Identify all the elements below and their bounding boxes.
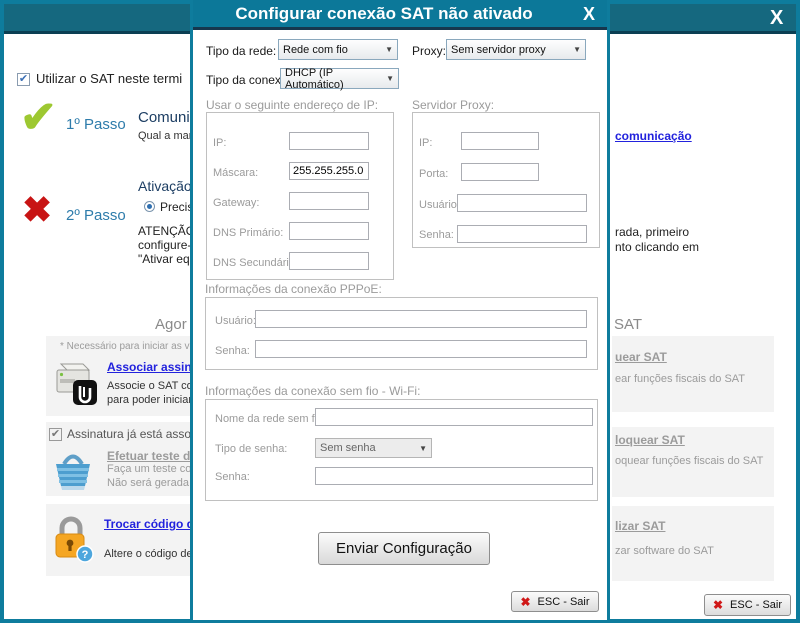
step2-radio-label: Precis (160, 200, 193, 214)
wifi-ssid-input[interactable] (315, 408, 593, 426)
printer-clip-icon (49, 354, 101, 411)
use-sat-checkbox-label: Utilizar o SAT neste termi (36, 71, 182, 86)
ip-group-title: Usar o seguinte endereço de IP: (206, 98, 378, 112)
warning-line3: "Ativar equ (138, 252, 196, 266)
chevron-down-icon: ▼ (569, 45, 585, 54)
proxy-usuario-input[interactable] (457, 194, 587, 212)
window-esc-label: ESC - Sair (730, 599, 782, 611)
step2-badge: 2º Passo (66, 207, 126, 224)
step2-error-icon: ✖ (22, 190, 52, 230)
dns-primario-label: DNS Primário: (213, 227, 283, 239)
chevron-down-icon: ▼ (381, 45, 397, 54)
dialog-title: Configurar conexão SAT não ativado (193, 4, 583, 24)
pppoe-senha-label: Senha: (215, 345, 250, 357)
wifi-senha-label: Senha: (215, 471, 250, 483)
dns-secundario-label: DNS Secundário: (213, 257, 298, 269)
tipo-conexao-select[interactable]: DHCP (IP Automático) ▼ (280, 68, 399, 89)
proxy-senha-label: Senha: (419, 229, 454, 241)
configurar-conexao-dialog: Configurar conexão SAT não ativado X Tip… (190, 0, 610, 623)
lock-question-icon: ? (49, 512, 95, 569)
warning-right-line1: rada, primeiro (615, 225, 689, 239)
associar-note: * Necessário para iniciar as vend (60, 341, 206, 352)
pppoe-senha-input[interactable] (255, 340, 587, 358)
chevron-down-icon: ▼ (415, 444, 431, 453)
pppoe-groupbox (205, 297, 598, 370)
pppoe-group-title: Informações da conexão PPPoE: (205, 282, 382, 296)
tipo-rede-value: Rede com fio (283, 44, 348, 56)
dns-secundario-input[interactable] (289, 252, 369, 270)
tipo-rede-label: Tipo da rede: (206, 44, 276, 58)
chevron-down-icon: ▼ (382, 74, 398, 83)
step2-title: Ativação (138, 178, 192, 194)
wifi-pass-type-value: Sem senha (320, 442, 376, 454)
step1-badge: 1º Passo (66, 116, 126, 133)
window-esc-button[interactable]: ✖ ESC - Sair (704, 594, 791, 616)
gateway-label: Gateway: (213, 197, 259, 209)
pppoe-usuario-input[interactable] (255, 310, 587, 328)
step2-radio[interactable] (144, 201, 155, 212)
window-close-icon[interactable]: X (770, 7, 783, 29)
gateway-input[interactable] (289, 192, 369, 210)
trocar-codigo-link[interactable]: Trocar código de (104, 517, 201, 531)
proxy-ip-label: IP: (419, 137, 432, 149)
enviar-configuracao-button[interactable]: Enviar Configuração (318, 532, 490, 565)
wifi-pass-type-select[interactable]: Sem senha ▼ (315, 438, 432, 458)
ip-input[interactable] (289, 132, 369, 150)
section-header-left: Agor (155, 316, 187, 333)
assinatura-associada-checkbox[interactable]: ✔ (49, 428, 62, 441)
dialog-esc-button[interactable]: ✖ ESC - Sair (511, 591, 599, 612)
mascara-label: Máscara: (213, 167, 258, 179)
section-header-right: SAT (614, 316, 642, 333)
wifi-senha-input[interactable] (315, 467, 593, 485)
proxy-select[interactable]: Sem servidor proxy ▼ (446, 39, 586, 60)
tipo-conexao-value: DHCP (IP Automático) (285, 67, 382, 91)
proxy-value: Sem servidor proxy (451, 44, 546, 56)
atualizar-sat-link[interactable]: lizar SAT (615, 519, 665, 533)
ip-label: IP: (213, 137, 226, 149)
proxy-senha-input[interactable] (457, 225, 587, 243)
dns-primario-input[interactable] (289, 222, 369, 240)
atualizar-panel: lizar SAT zar software do SAT (612, 506, 774, 581)
dialog-titlebar: Configurar conexão SAT não ativado X (193, 0, 607, 30)
pppoe-usuario-label: Usuário: (215, 315, 256, 327)
proxy-ip-input[interactable] (461, 132, 539, 150)
desbloquear-panel: loquear SAT oquear funções fiscais do SA… (612, 427, 774, 497)
step1-subtitle: Qual a mar (138, 130, 192, 142)
proxy-porta-label: Porta: (419, 168, 448, 180)
proxy-usuario-label: Usuário: (419, 199, 460, 211)
bloquear-sat-link[interactable]: uear SAT (615, 350, 667, 364)
wifi-ssid-label: Nome da rede sem fio: (215, 413, 326, 425)
desbloquear-sat-link[interactable]: loquear SAT (615, 433, 685, 447)
warning-right-line2: nto clicando em (615, 240, 699, 254)
comunicacao-link[interactable]: comunicação (615, 129, 692, 143)
wifi-pass-type-label: Tipo de senha: (215, 443, 287, 455)
tipo-rede-select[interactable]: Rede com fio ▼ (278, 39, 398, 60)
proxy-label: Proxy: (412, 44, 446, 58)
dialog-close-icon[interactable]: X (583, 3, 595, 25)
atualizar-sat-desc: zar software do SAT (615, 545, 714, 557)
wifi-group-title: Informações da conexão sem fio - Wi-Fi: (205, 384, 420, 398)
esc-x-icon: ✖ (713, 598, 723, 612)
bloquear-panel: uear SAT ear funções fiscais do SAT (612, 336, 774, 412)
esc-x-icon: ✖ (520, 595, 530, 609)
basket-icon (49, 446, 97, 497)
bloquear-sat-desc: ear funções fiscais do SAT (615, 373, 745, 385)
mascara-input[interactable] (289, 162, 369, 180)
svg-text:?: ? (82, 549, 89, 561)
desbloquear-sat-desc: oquear funções fiscais do SAT (615, 455, 763, 467)
dialog-esc-label: ESC - Sair (538, 596, 590, 608)
step1-success-icon: ✔ (20, 96, 57, 140)
use-sat-checkbox[interactable]: ✔ (17, 73, 30, 86)
proxy-group-title: Servidor Proxy: (412, 98, 494, 112)
proxy-porta-input[interactable] (461, 163, 539, 181)
